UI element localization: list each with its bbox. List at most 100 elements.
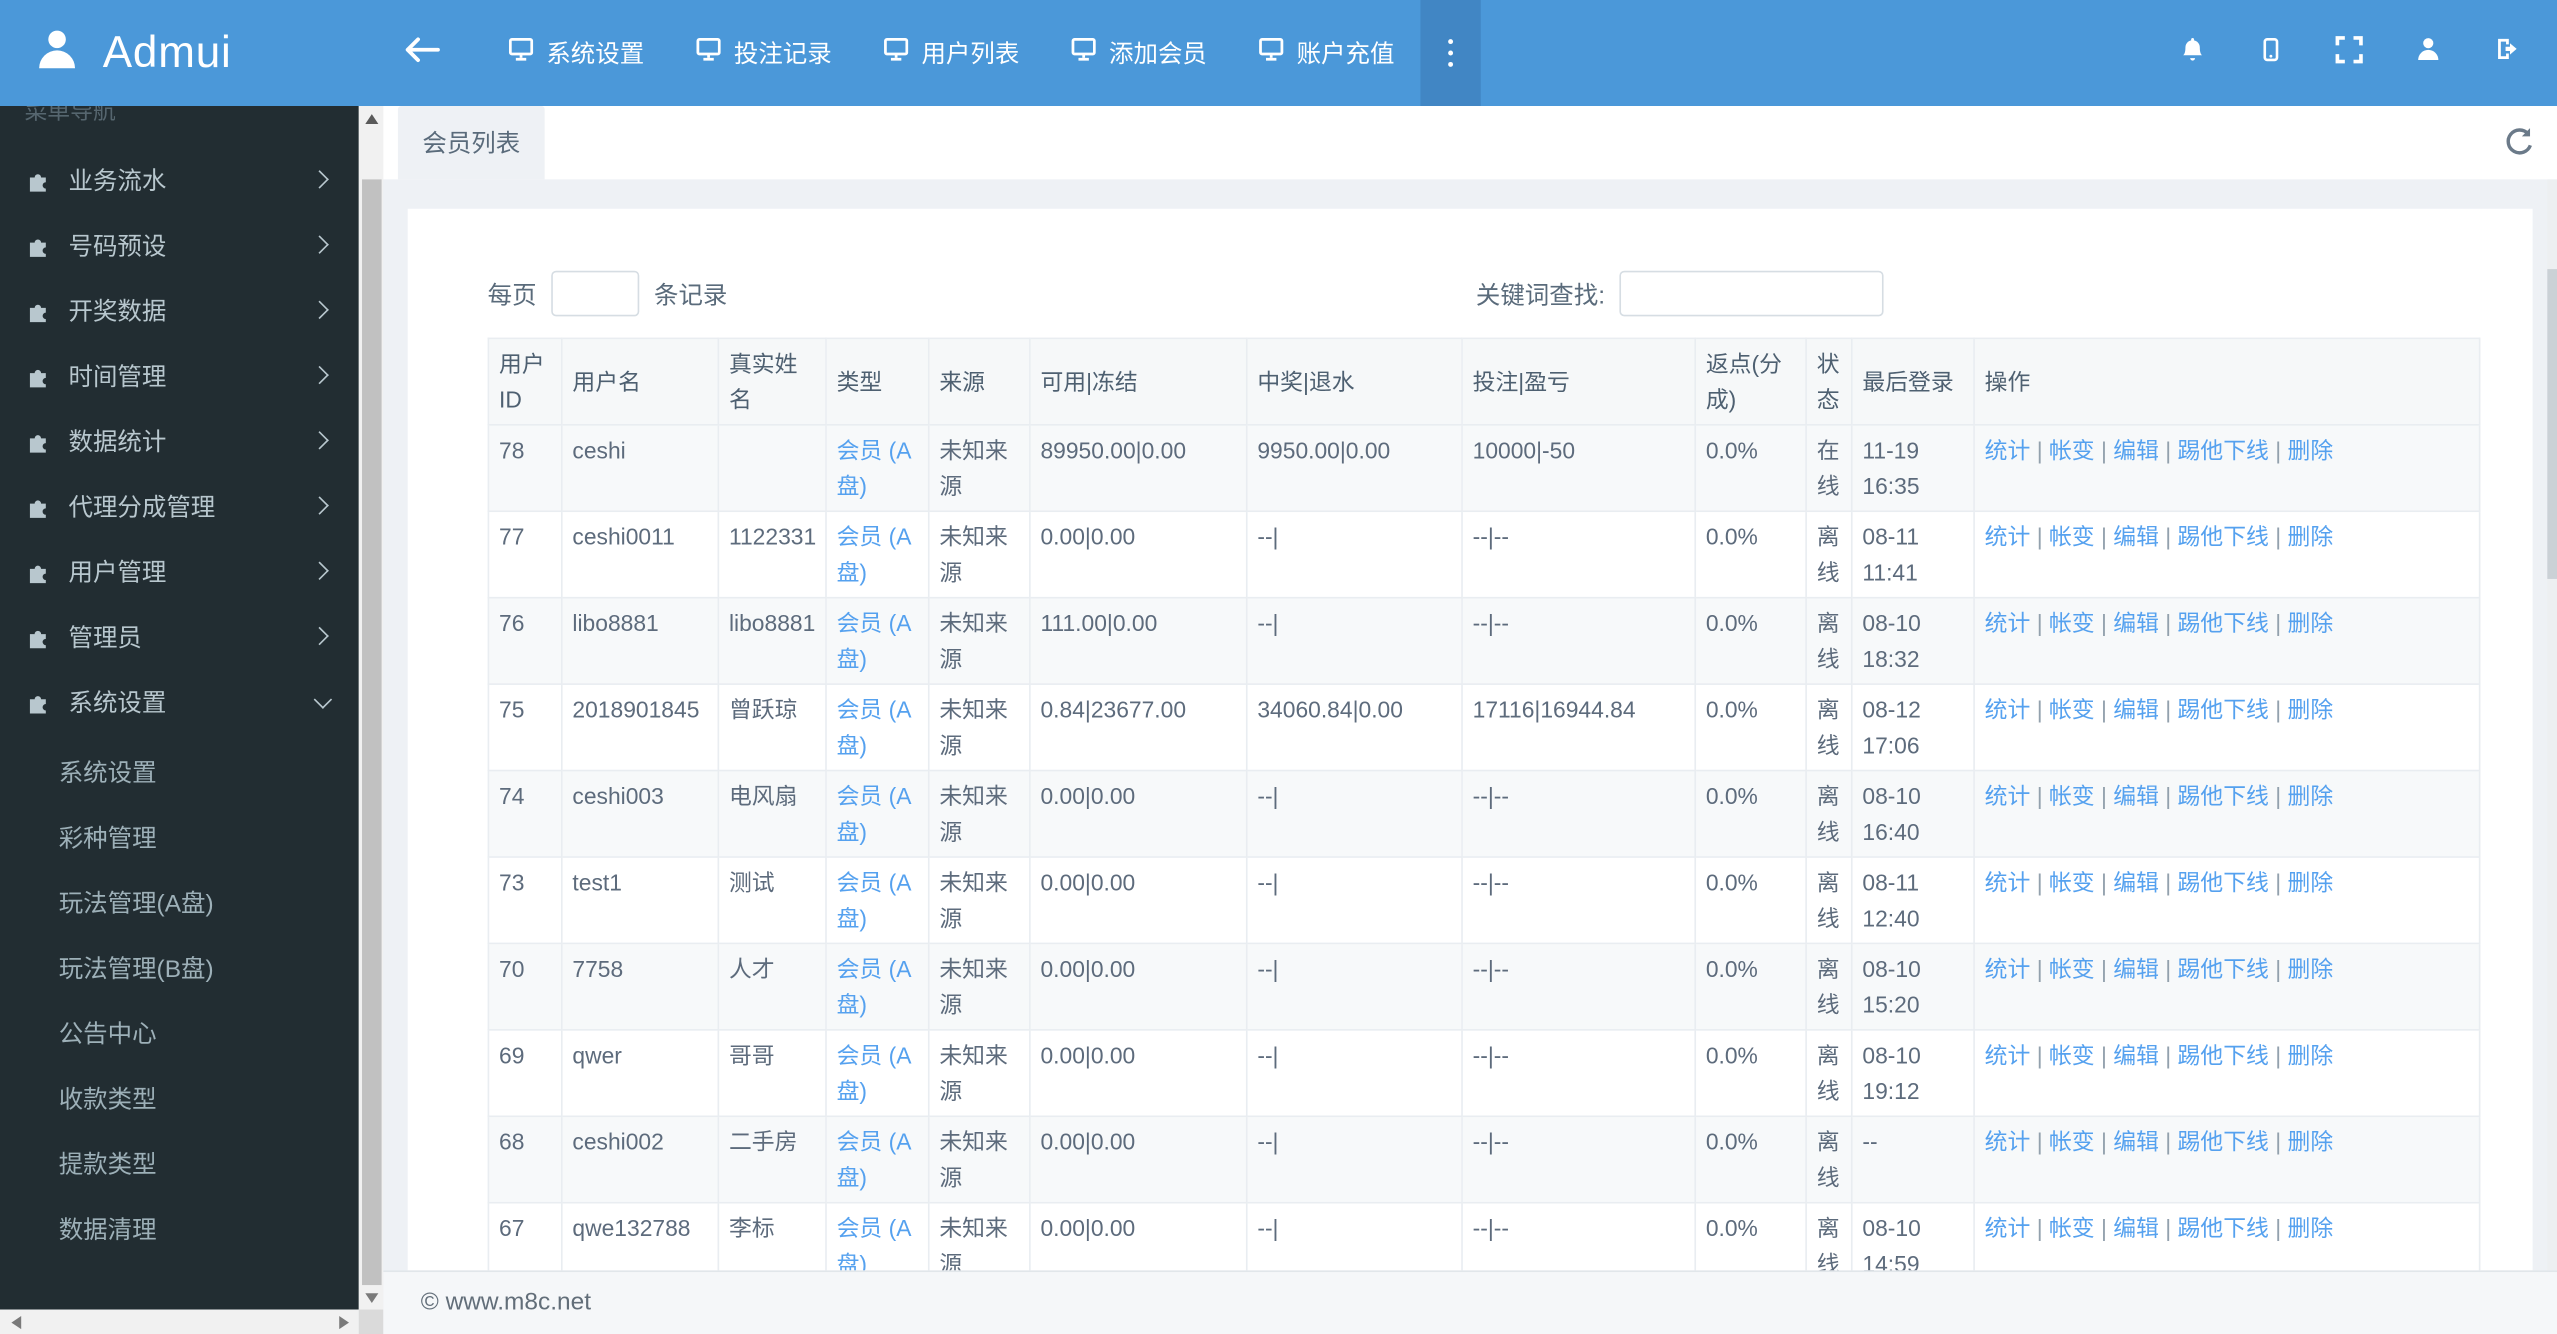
nav-item[interactable]: 投注记录 xyxy=(670,0,858,106)
sidebar-subitem[interactable]: 玩法管理(A盘) xyxy=(0,869,359,934)
action-link[interactable]: 编辑 xyxy=(2113,610,2159,636)
mobile-view-button[interactable] xyxy=(2233,0,2310,106)
sidebar-subitem[interactable]: 收款类型 xyxy=(0,1065,359,1130)
content-scrollbar-thumb[interactable] xyxy=(2547,269,2557,579)
fullscreen-button[interactable] xyxy=(2309,0,2389,106)
action-link[interactable]: 编辑 xyxy=(2113,1129,2159,1155)
action-link[interactable]: 帐变 xyxy=(2049,1129,2095,1155)
action-link[interactable]: 编辑 xyxy=(2113,696,2159,722)
action-link[interactable]: 帐变 xyxy=(2049,696,2095,722)
action-link[interactable]: 编辑 xyxy=(2113,1215,2159,1241)
member-type-link[interactable]: 会员 (A盘) xyxy=(837,523,912,585)
action-link[interactable]: 帐变 xyxy=(2049,610,2095,636)
sidebar-horizontal-scrollbar[interactable] xyxy=(0,1309,359,1334)
notifications-button[interactable] xyxy=(2153,0,2233,106)
member-type-link[interactable]: 会员 (A盘) xyxy=(837,956,912,1018)
action-link[interactable]: 统计 xyxy=(1985,956,2031,982)
action-link[interactable]: 统计 xyxy=(1985,783,2031,809)
sidebar-subitem[interactable]: 系统设置 xyxy=(0,739,359,804)
nav-item[interactable]: 账户充值 xyxy=(1233,0,1421,106)
content-vertical-scrollbar[interactable] xyxy=(2547,179,2557,1334)
action-link[interactable]: 踢他下线 xyxy=(2178,437,2269,463)
action-link[interactable]: 帐变 xyxy=(2049,1215,2095,1241)
action-link[interactable]: 踢他下线 xyxy=(2178,1042,2269,1068)
action-link[interactable]: 踢他下线 xyxy=(2178,956,2269,982)
sidebar-item[interactable]: 代理分成管理 xyxy=(0,473,359,538)
action-link[interactable]: 统计 xyxy=(1985,696,2031,722)
member-type-link[interactable]: 会员 (A盘) xyxy=(837,1129,912,1191)
action-link[interactable]: 踢他下线 xyxy=(2178,523,2269,549)
sidebar-item[interactable]: 时间管理 xyxy=(0,342,359,407)
per-page-input[interactable] xyxy=(551,270,640,317)
back-button[interactable] xyxy=(359,0,483,106)
action-link[interactable]: 统计 xyxy=(1985,610,2031,636)
action-link[interactable]: 删除 xyxy=(2288,956,2334,982)
action-link[interactable]: 删除 xyxy=(2288,1042,2334,1068)
action-link[interactable]: 帐变 xyxy=(2049,869,2095,895)
nav-item[interactable]: 用户列表 xyxy=(858,0,1046,106)
scroll-up-arrow[interactable] xyxy=(359,106,383,130)
sidebar-item[interactable]: 数据统计 xyxy=(0,408,359,473)
action-link[interactable]: 删除 xyxy=(2288,610,2334,636)
member-type-link[interactable]: 会员 (A盘) xyxy=(837,1042,912,1104)
action-link[interactable]: 统计 xyxy=(1985,1215,2031,1241)
action-link[interactable]: 删除 xyxy=(2288,437,2334,463)
member-type-link[interactable]: 会员 (A盘) xyxy=(837,437,912,499)
sidebar-item[interactable]: 用户管理 xyxy=(0,538,359,603)
sidebar-item[interactable]: 管理员 xyxy=(0,603,359,668)
action-link[interactable]: 帐变 xyxy=(2049,956,2095,982)
sidebar-subitem[interactable]: 数据清理 xyxy=(0,1195,359,1260)
action-link[interactable]: 踢他下线 xyxy=(2178,783,2269,809)
action-link[interactable]: 删除 xyxy=(2288,523,2334,549)
action-link[interactable]: 编辑 xyxy=(2113,783,2159,809)
more-menu-button[interactable] xyxy=(1420,0,1481,107)
action-link[interactable]: 踢他下线 xyxy=(2178,1129,2269,1155)
sidebar-subitem[interactable]: 提款类型 xyxy=(0,1130,359,1195)
scroll-down-arrow[interactable] xyxy=(359,1285,383,1309)
scroll-left-arrow[interactable] xyxy=(3,1310,27,1334)
action-link[interactable]: 帐变 xyxy=(2049,783,2095,809)
logout-button[interactable] xyxy=(2467,0,2547,106)
action-link[interactable]: 删除 xyxy=(2288,696,2334,722)
sidebar-vertical-scrollbar[interactable] xyxy=(358,106,384,1310)
sidebar-item[interactable]: 系统设置 xyxy=(0,669,359,734)
member-type-link[interactable]: 会员 (A盘) xyxy=(837,783,912,845)
nav-item[interactable]: 添加会员 xyxy=(1045,0,1233,106)
action-link[interactable]: 删除 xyxy=(2288,783,2334,809)
action-link[interactable]: 踢他下线 xyxy=(2178,869,2269,895)
action-link[interactable]: 帐变 xyxy=(2049,437,2095,463)
tab-member-list[interactable]: 会员列表 xyxy=(397,106,545,180)
keyword-input[interactable] xyxy=(1619,270,1884,317)
action-link[interactable]: 删除 xyxy=(2288,869,2334,895)
member-type-link[interactable]: 会员 (A盘) xyxy=(837,869,912,931)
member-type-link[interactable]: 会员 (A盘) xyxy=(837,1215,912,1270)
sidebar-item[interactable]: 开奖数据 xyxy=(0,277,359,342)
scroll-right-arrow[interactable] xyxy=(331,1310,355,1334)
brand[interactable]: Admui xyxy=(0,0,359,106)
action-link[interactable]: 踢他下线 xyxy=(2178,610,2269,636)
vertical-scrollbar-thumb[interactable] xyxy=(361,179,381,1286)
sidebar-item[interactable]: 号码预设 xyxy=(0,212,359,277)
action-link[interactable]: 编辑 xyxy=(2113,523,2159,549)
sidebar-subitem[interactable]: 玩法管理(B盘) xyxy=(0,934,359,999)
member-type-link[interactable]: 会员 (A盘) xyxy=(837,610,912,672)
action-link[interactable]: 统计 xyxy=(1985,1129,2031,1155)
member-type-link[interactable]: 会员 (A盘) xyxy=(837,696,912,758)
action-link[interactable]: 统计 xyxy=(1985,523,2031,549)
user-menu-button[interactable] xyxy=(2389,0,2467,106)
action-link[interactable]: 编辑 xyxy=(2113,956,2159,982)
action-link[interactable]: 编辑 xyxy=(2113,1042,2159,1068)
action-link[interactable]: 帐变 xyxy=(2049,1042,2095,1068)
action-link[interactable]: 帐变 xyxy=(2049,523,2095,549)
refresh-button[interactable] xyxy=(2503,126,2536,159)
action-link[interactable]: 踢他下线 xyxy=(2178,696,2269,722)
action-link[interactable]: 编辑 xyxy=(2113,869,2159,895)
nav-item[interactable]: 系统设置 xyxy=(483,0,671,106)
sidebar-item[interactable]: 业务流水 xyxy=(0,147,359,212)
action-link[interactable]: 统计 xyxy=(1985,437,2031,463)
action-link[interactable]: 删除 xyxy=(2288,1215,2334,1241)
action-link[interactable]: 统计 xyxy=(1985,869,2031,895)
action-link[interactable]: 踢他下线 xyxy=(2178,1215,2269,1241)
sidebar-subitem[interactable]: 公告中心 xyxy=(0,1000,359,1065)
action-link[interactable]: 删除 xyxy=(2288,1129,2334,1155)
